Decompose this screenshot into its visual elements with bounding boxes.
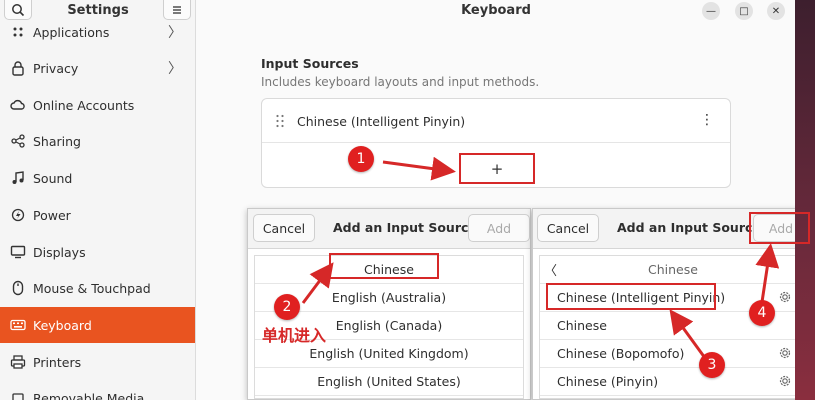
sidebar-item-label: Privacy <box>33 60 79 76</box>
share-icon <box>9 132 27 150</box>
list-item[interactable]: Chinese (Pinyin) <box>540 368 806 396</box>
printer-icon <box>9 353 27 371</box>
desktop-background <box>795 0 815 400</box>
cancel-button[interactable]: Cancel <box>537 214 599 242</box>
add-button[interactable]: Add <box>468 214 530 242</box>
music-note-icon <box>9 169 27 187</box>
close-icon: ✕ <box>771 5 781 17</box>
drag-handle-icon[interactable] <box>275 114 285 128</box>
maximize-icon: □ <box>739 5 749 17</box>
step-marker-2: 2 <box>274 294 300 320</box>
dialog-header: Cancel Add an Input Source Add <box>248 209 530 249</box>
input-sources-title: Input Sources <box>261 56 359 71</box>
sidebar-item-label: Keyboard <box>33 317 92 333</box>
list-item-label: English (Australia) <box>331 289 447 305</box>
sidebar-item-label: Sound <box>33 170 73 186</box>
sidebar-item-label: Online Accounts <box>33 97 135 113</box>
sidebar-item-sound[interactable]: Sound <box>0 160 195 196</box>
sidebar-item-privacy[interactable]: Privacy 〉 <box>0 50 195 86</box>
chevron-right-icon: 〉 <box>168 25 182 41</box>
sidebar-item-label: Power <box>33 207 71 223</box>
step-marker-3: 3 <box>699 352 725 378</box>
sidebar-item-label: Sharing <box>33 133 81 149</box>
list-item-label: English (United Kingdom) <box>309 345 469 361</box>
power-icon <box>9 206 27 224</box>
sidebar-item-label: Removable Media <box>33 390 145 400</box>
step-marker-4: 4 <box>749 300 775 326</box>
input-method-list: 〈 Chinese Chinese (Intelligent Pinyin) C… <box>539 255 807 399</box>
list-item[interactable]: English (United States) <box>255 368 523 396</box>
highlight-intelligent-pinyin-box <box>546 283 716 310</box>
sidebar-item-keyboard[interactable]: Keyboard <box>0 307 195 343</box>
step-2-note: 单机进入 <box>262 326 327 345</box>
sidebar: Settings Applications 〉 Privacy 〉 Online… <box>0 0 196 400</box>
sidebar-item-applications[interactable]: Applications 〉 <box>0 14 195 50</box>
input-sources-subtitle: Includes keyboard layouts and input meth… <box>261 75 540 89</box>
display-icon <box>9 243 27 261</box>
list-item-label: English (Canada) <box>335 317 443 333</box>
highlight-chinese-box <box>329 253 439 279</box>
list-item-label: Chinese (Pinyin) <box>557 373 659 389</box>
sidebar-item-mouse-touchpad[interactable]: Mouse & Touchpad <box>0 270 195 306</box>
more-options-icon[interactable]: ⋮ <box>700 112 714 128</box>
minimize-icon: — <box>706 5 716 17</box>
back-row[interactable]: 〈 Chinese <box>540 256 806 284</box>
sidebar-item-power[interactable]: Power <box>0 197 195 233</box>
highlight-add-button-box <box>749 212 810 244</box>
sidebar-item-printers[interactable]: Printers <box>0 344 195 380</box>
input-sources-list: Chinese (Intelligent Pinyin) ⋮ + <box>261 98 731 188</box>
sidebar-item-online-accounts[interactable]: Online Accounts <box>0 87 195 123</box>
step-marker-1: 1 <box>348 146 374 172</box>
sidebar-item-sharing[interactable]: Sharing <box>0 123 195 159</box>
list-item[interactable]: Chinese (Bopomofo) <box>540 340 806 368</box>
sidebar-item-label: Mouse & Touchpad <box>33 280 151 296</box>
minimize-button[interactable]: — <box>702 2 720 20</box>
settings-window: Settings Applications 〉 Privacy 〉 Online… <box>0 0 814 400</box>
list-item-label: English (United States) <box>317 373 461 389</box>
privacy-lock-icon <box>9 59 27 77</box>
input-source-label: Chinese (Intelligent Pinyin) <box>297 114 466 129</box>
mouse-icon <box>9 279 27 297</box>
maximize-button[interactable]: □ <box>735 2 753 20</box>
chevron-right-icon: 〉 <box>168 61 182 77</box>
list-item-label: Chinese (Bopomofo) <box>557 345 685 361</box>
sidebar-item-displays[interactable]: Displays <box>0 234 195 270</box>
cancel-button[interactable]: Cancel <box>253 214 315 242</box>
list-item-label: Chinese <box>557 317 607 333</box>
keyboard-icon <box>9 316 27 334</box>
input-source-row[interactable]: Chinese (Intelligent Pinyin) ⋮ <box>262 99 730 143</box>
close-button[interactable]: ✕ <box>767 2 785 20</box>
gear-icon[interactable] <box>778 374 792 388</box>
add-input-source-button[interactable]: + <box>459 153 535 184</box>
gear-icon[interactable] <box>778 346 792 360</box>
dialog-title: Add an Input Source <box>333 220 477 235</box>
sidebar-item-label: Displays <box>33 244 86 260</box>
category-label: Chinese <box>648 261 698 277</box>
cloud-icon <box>9 96 27 114</box>
dialog-title: Add an Input Source <box>617 220 761 235</box>
sidebar-item-removable-media[interactable]: Removable Media <box>0 380 195 400</box>
applications-icon <box>9 23 27 41</box>
sidebar-item-label: Printers <box>33 354 82 370</box>
gear-icon[interactable] <box>778 290 792 304</box>
sidebar-item-label: Applications <box>33 24 110 40</box>
removable-media-icon <box>9 389 27 400</box>
